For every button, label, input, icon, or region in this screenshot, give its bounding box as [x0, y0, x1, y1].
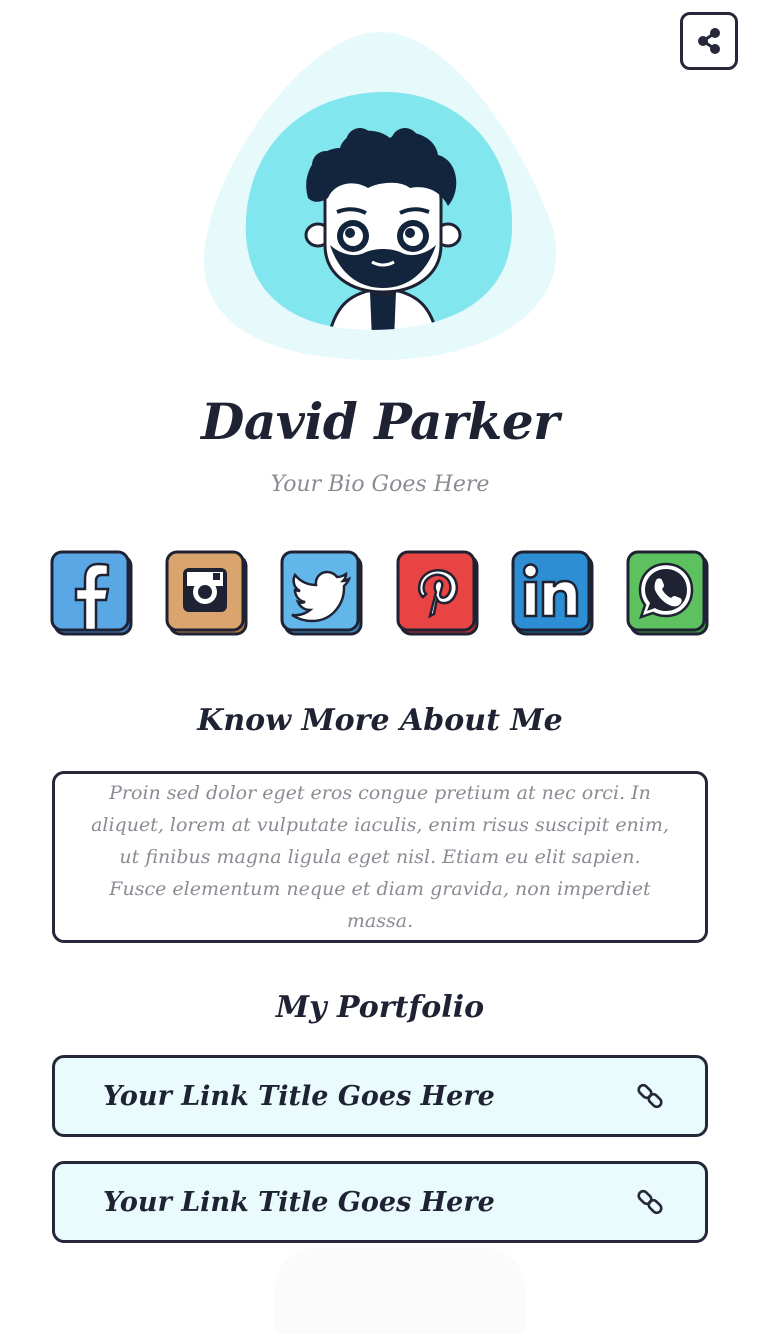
facebook-icon[interactable]: [50, 550, 134, 636]
link-icon: [637, 1083, 663, 1109]
about-title: Know More About Me: [197, 703, 563, 738]
social-links: [50, 550, 710, 638]
bottom-bar: [275, 1248, 525, 1334]
instagram-icon[interactable]: [165, 550, 249, 636]
about-text: Proin sed dolor eget eros congue pretium…: [91, 782, 669, 932]
portfolio-link[interactable]: Your Link Title Goes Here: [52, 1055, 708, 1137]
portfolio-title: My Portfolio: [275, 990, 485, 1025]
share-button[interactable]: [680, 12, 738, 70]
linkedin-icon[interactable]: [511, 550, 595, 636]
portfolio-link-title: Your Link Title Goes Here: [103, 1186, 495, 1218]
avatar: [200, 30, 560, 365]
about-box: Proin sed dolor eget eros congue pretium…: [52, 771, 708, 943]
twitter-icon[interactable]: [280, 550, 364, 636]
share-icon: [698, 28, 720, 54]
profile-bio: Your Bio Goes Here: [270, 472, 490, 497]
portfolio-link[interactable]: Your Link Title Goes Here: [52, 1161, 708, 1243]
whatsapp-icon[interactable]: [626, 550, 710, 636]
profile-name: David Parker: [201, 392, 559, 451]
portfolio-link-title: Your Link Title Goes Here: [103, 1080, 495, 1112]
pinterest-icon[interactable]: [396, 550, 480, 636]
link-icon: [637, 1189, 663, 1215]
